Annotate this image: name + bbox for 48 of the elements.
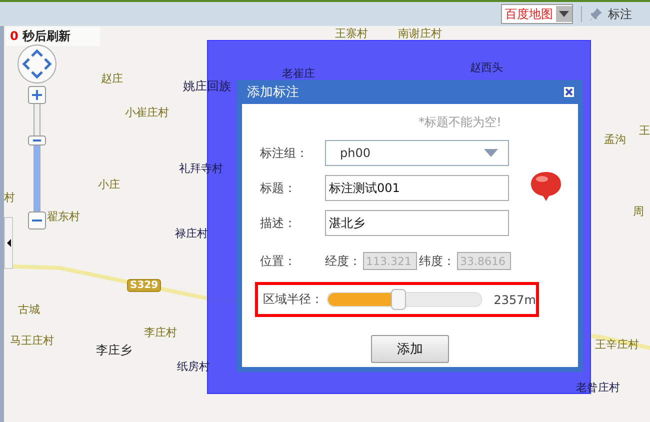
add-button[interactable]: 添加 (371, 335, 449, 363)
map-place-label: 王 (639, 123, 650, 138)
map-place-label: 李庄村 (144, 325, 177, 340)
latitude-label: 纬度： (419, 252, 455, 270)
close-icon (563, 86, 575, 98)
field-label: 描述： (260, 214, 297, 232)
close-button[interactable] (563, 86, 575, 98)
map-type-select[interactable]: 百度地图 (501, 4, 573, 24)
countdown-number: 0 (10, 29, 18, 43)
map-place-label: 姚庄回族 (183, 78, 231, 95)
longitude-label: 经度： (325, 252, 361, 270)
caret-icon (559, 11, 569, 17)
input-field[interactable]: 湛北乡 (325, 210, 509, 236)
map-place-label: 赵庄 (101, 71, 123, 86)
map-place-label: 孟沟 (604, 132, 626, 147)
field-label: 标题： (260, 180, 297, 196)
field-label: 区域半径： (263, 291, 323, 308)
map-place-label: 李庄乡 (96, 342, 132, 359)
pin-icon (590, 8, 602, 20)
mark-button[interactable]: 标注 (590, 6, 632, 22)
marker-balloon-icon (530, 170, 562, 202)
map-place-label: 赵西头 (470, 60, 503, 75)
pan-control[interactable] (17, 44, 57, 84)
slider-thumb[interactable] (391, 289, 406, 310)
map-place-label: 古城 (18, 302, 40, 317)
radius-reading: 2357m (494, 292, 536, 306)
input-field[interactable]: 标注测试001 (325, 175, 509, 201)
map-place-label: 周 (633, 204, 644, 219)
map-place-label: 小崔庄村 (125, 105, 169, 120)
dialog-title: 添加标注 (247, 84, 299, 101)
group-select[interactable]: ph00 (325, 140, 509, 166)
arrow-left-icon (6, 239, 10, 247)
collapse-tab[interactable] (4, 217, 13, 269)
map-place-label: 翟东村 (47, 209, 80, 224)
map-place-label: 王寨村 (335, 26, 368, 41)
validation-message: *标题不能为空! (418, 114, 502, 131)
map-place-label: 村 (4, 190, 15, 205)
zoom-slider[interactable] (28, 86, 46, 230)
field-label: 位置： (260, 252, 297, 270)
field-label: 标注组： (260, 144, 309, 162)
map-place-label: 南谢庄村 (398, 26, 442, 41)
map-place-label: 小庄 (98, 177, 120, 192)
map-place-label: 老崔庄 (282, 66, 315, 81)
map-place-label: 马王庄村 (10, 333, 54, 348)
radius-slider[interactable] (327, 292, 482, 307)
caret-icon (484, 149, 498, 157)
countdown-text: 秒后刷新 (22, 29, 70, 43)
road-number-badge: S329 (127, 279, 162, 292)
